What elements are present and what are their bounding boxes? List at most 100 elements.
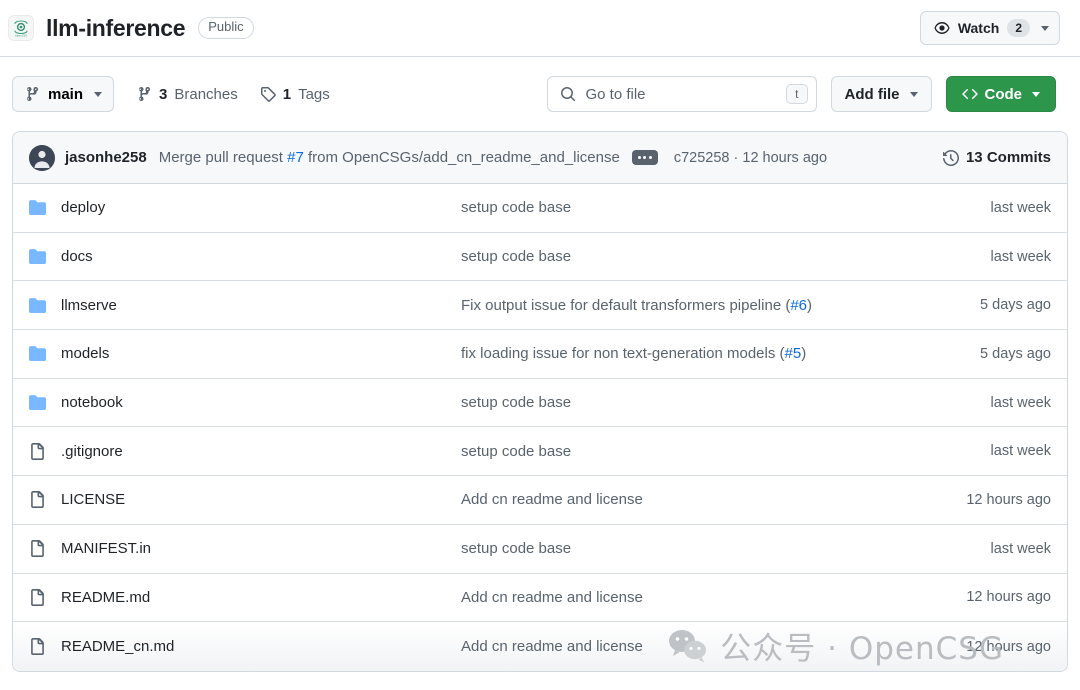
table-row[interactable]: README_cn.md Add cn readme and license 1… [13, 622, 1067, 671]
file-name[interactable]: MANIFEST.in [61, 540, 461, 557]
visibility-badge: Public [198, 17, 254, 39]
file-commit-message[interactable]: fix loading issue for non text-generatio… [461, 345, 980, 362]
file-name[interactable]: llmserve [61, 297, 461, 314]
commit-message-suffix: from OpenCSGs/add_cn_readme_and_license [303, 149, 620, 166]
branch-icon [139, 87, 151, 102]
file-name[interactable]: models [61, 345, 461, 362]
file-age: last week [990, 443, 1051, 460]
search-input[interactable]: Go to file t [546, 76, 817, 112]
table-row[interactable]: README.md Add cn readme and license 12 h… [13, 574, 1067, 623]
file-age: 12 hours ago [966, 589, 1051, 606]
add-file-label: Add file [844, 85, 900, 103]
file-age: last week [990, 199, 1051, 216]
repo-toolbar: main 3 Branches 1 Tags Go to file t Add … [0, 57, 1080, 131]
file-commit-message[interactable]: setup code base [461, 248, 991, 265]
file-icon [29, 588, 61, 606]
folder-icon [29, 199, 61, 216]
file-table: jasonhe258 Merge pull request #7 from Op… [12, 131, 1068, 672]
tags-link[interactable]: 1 Tags [260, 86, 330, 103]
branch-icon [26, 87, 38, 102]
watch-label: Watch [957, 20, 1000, 36]
table-row[interactable]: MANIFEST.in setup code base last week [13, 525, 1067, 574]
folder-icon [29, 345, 61, 362]
file-commit-message[interactable]: setup code base [461, 540, 991, 557]
file-commit-message[interactable]: setup code base [461, 443, 991, 460]
table-row[interactable]: deploy setup code base last week [13, 184, 1067, 233]
file-commit-message[interactable]: setup code base [461, 199, 991, 216]
branches-count: 3 [159, 85, 168, 103]
tag-icon [260, 87, 276, 102]
folder-icon [29, 248, 61, 265]
owner-avatar[interactable]: OpenCSG [8, 15, 34, 41]
file-commit-message[interactable]: Add cn readme and license [461, 491, 966, 508]
watch-button[interactable]: Watch 2 [919, 11, 1060, 45]
file-age: last week [990, 540, 1051, 557]
tags-label: Tags [298, 85, 330, 103]
folder-icon [29, 394, 61, 411]
table-row[interactable]: LICENSE Add cn readme and license 12 hou… [13, 476, 1067, 525]
file-age: 5 days ago [980, 345, 1051, 362]
search-shortcut-key: t [786, 84, 808, 104]
search-icon [560, 87, 575, 101]
commits-count-link[interactable]: 13 Commits [942, 149, 1051, 166]
avatar[interactable] [29, 144, 55, 171]
code-label: Code [984, 85, 1023, 103]
add-file-button[interactable]: Add file [830, 76, 932, 112]
branch-selector-button[interactable]: main [12, 76, 115, 112]
file-commit-message[interactable]: Fix output issue for default transformer… [461, 297, 980, 314]
commit-sha[interactable]: c725258 [674, 150, 730, 166]
file-age: 12 hours ago [966, 638, 1051, 655]
table-row[interactable]: docs setup code base last week [13, 233, 1067, 282]
user-avatar-icon [29, 144, 55, 171]
search-placeholder: Go to file [585, 85, 646, 103]
code-icon [961, 88, 978, 100]
chevron-down-icon [909, 91, 918, 97]
commit-pr-link[interactable]: #7 [287, 149, 304, 166]
file-age: last week [990, 248, 1051, 265]
repo-header: OpenCSG llm-inference Public Watch 2 [0, 0, 1080, 57]
file-icon [29, 540, 61, 558]
chevron-down-icon [94, 91, 103, 97]
code-button[interactable]: Code [945, 76, 1056, 112]
commit-meta-separator: · [729, 149, 743, 166]
file-icon [29, 442, 61, 460]
chevron-down-icon [1041, 25, 1049, 31]
file-icon [29, 491, 61, 509]
file-name[interactable]: README_cn.md [61, 638, 461, 655]
file-age: 12 hours ago [966, 491, 1051, 508]
watch-count: 2 [1007, 18, 1030, 38]
ellipsis-icon[interactable] [631, 150, 658, 165]
toolbar-actions: Go to file t Add file Code [546, 76, 1056, 112]
table-row[interactable]: models fix loading issue for non text-ge… [13, 330, 1067, 379]
file-commit-message[interactable]: Add cn readme and license [461, 638, 966, 655]
branches-label: Branches [174, 85, 238, 103]
chevron-down-icon [1032, 91, 1040, 97]
latest-commit-bar: jasonhe258 Merge pull request #7 from Op… [13, 132, 1067, 184]
svg-text:OpenCSG: OpenCSG [15, 34, 27, 38]
file-name[interactable]: docs [61, 248, 461, 265]
file-name[interactable]: README.md [61, 589, 461, 606]
file-commit-message[interactable]: Add cn readme and license [461, 589, 966, 606]
file-name[interactable]: LICENSE [61, 491, 461, 508]
page-title[interactable]: llm-inference [46, 16, 186, 40]
file-commit-message[interactable]: setup code base [461, 394, 991, 411]
current-branch-label: main [48, 85, 84, 103]
table-row[interactable]: .gitignore setup code base last week [13, 427, 1067, 477]
eye-icon [934, 22, 950, 34]
commit-message: Merge pull request #7 from OpenCSGs/add_… [159, 149, 620, 166]
file-name[interactable]: .gitignore [61, 443, 461, 460]
file-age: 5 days ago [980, 297, 1051, 314]
commit-meta: c725258 · 12 hours ago [674, 150, 827, 166]
header-actions: Watch 2 [919, 11, 1060, 45]
file-age: last week [990, 394, 1051, 411]
file-name[interactable]: notebook [61, 394, 461, 411]
folder-icon [29, 297, 61, 314]
table-row[interactable]: notebook setup code base last week [13, 379, 1067, 428]
branches-link[interactable]: 3 Branches [136, 86, 238, 103]
table-row[interactable]: llmserve Fix output issue for default tr… [13, 281, 1067, 331]
file-name[interactable]: deploy [61, 199, 461, 216]
commit-relative-time: 12 hours ago [742, 149, 828, 166]
history-icon [942, 149, 959, 166]
commit-author[interactable]: jasonhe258 [65, 149, 147, 166]
tags-count: 1 [282, 85, 292, 103]
